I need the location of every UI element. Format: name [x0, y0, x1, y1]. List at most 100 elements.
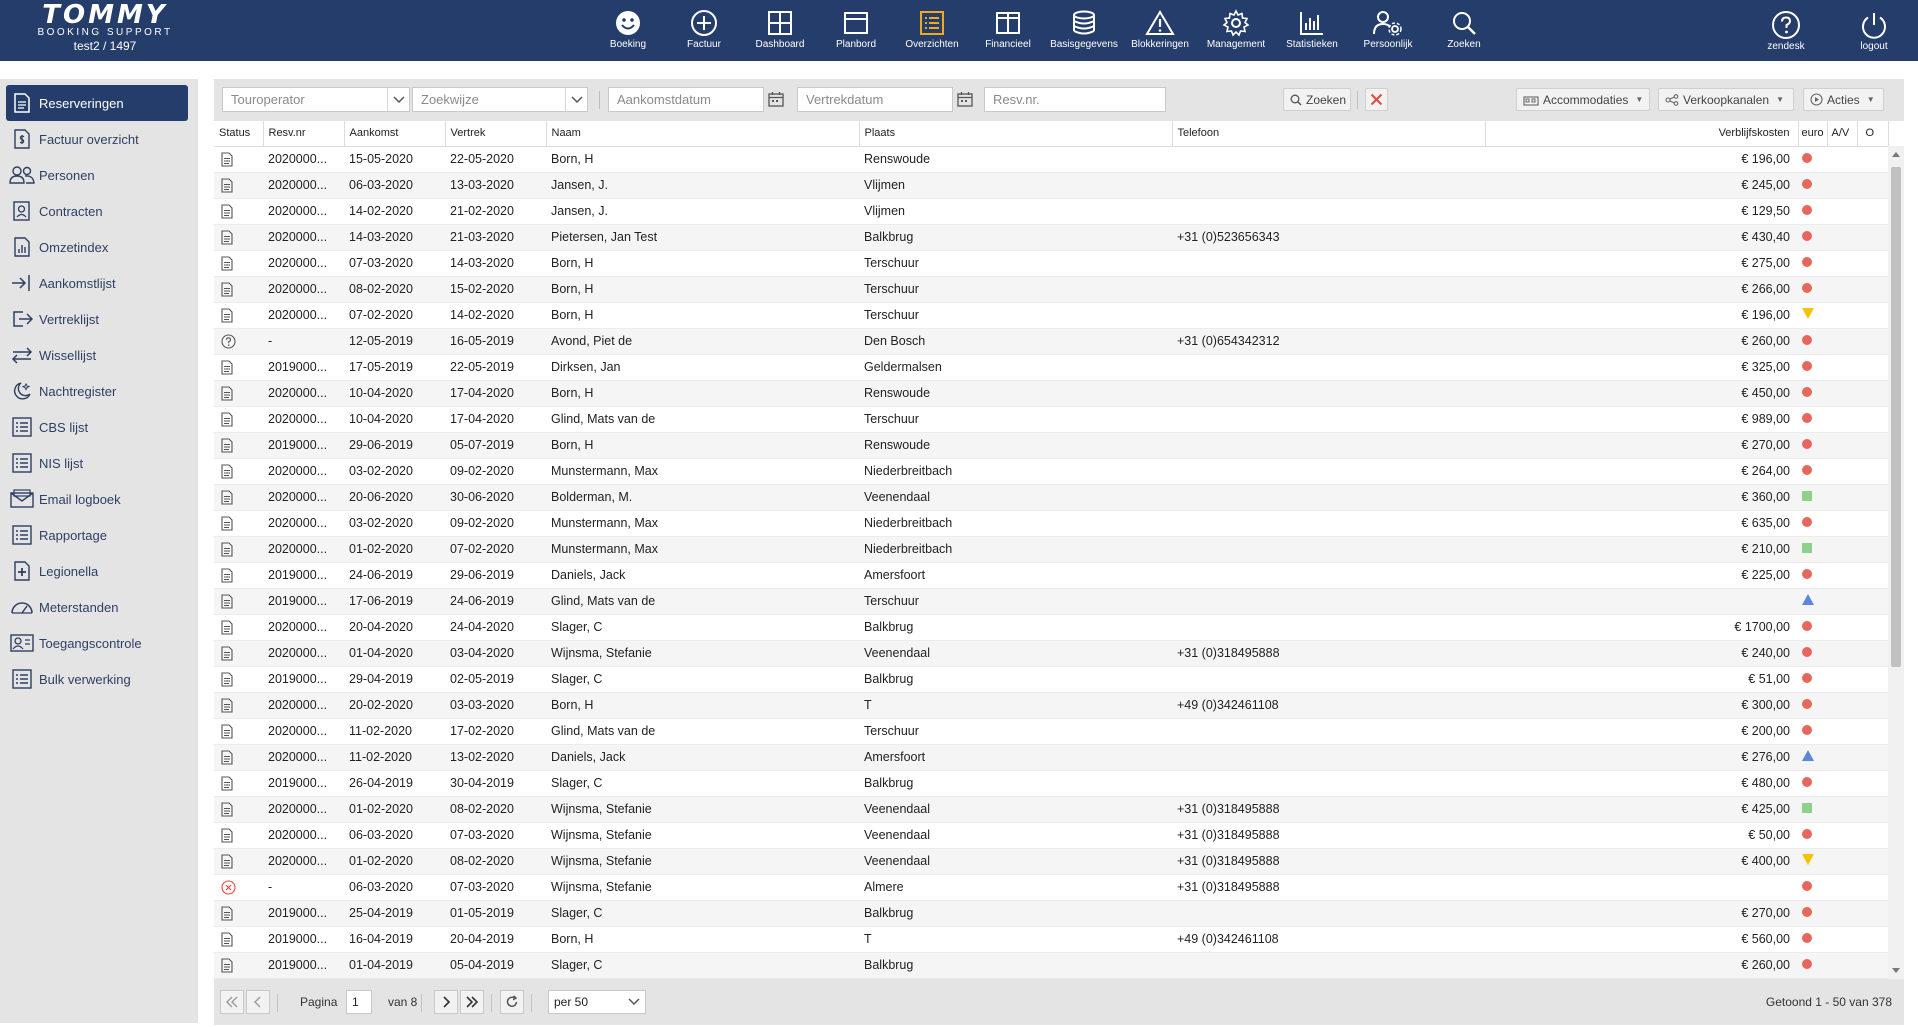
status-cell[interactable]: [214, 666, 263, 693]
table-row[interactable]: 2019000... 29-06-2019 05-07-2019 Born, H Ren…: [214, 432, 1888, 459]
document-icon[interactable]: [221, 307, 233, 323]
status-cell[interactable]: [214, 380, 263, 407]
status-cell[interactable]: [214, 406, 263, 433]
scrollbar-thumb[interactable]: [1891, 167, 1901, 667]
status-cell[interactable]: [214, 172, 263, 199]
vertrekdatum-input[interactable]: Vertrekdatum: [797, 87, 953, 112]
status-cell[interactable]: [214, 848, 263, 875]
document-icon[interactable]: [221, 697, 233, 713]
document-icon[interactable]: [221, 671, 233, 687]
table-row[interactable]: 2020000... 10-04-2020 17-04-2020 Glind, Mat…: [214, 406, 1888, 433]
status-cell[interactable]: [214, 744, 263, 771]
sidebar-item-wissellijst[interactable]: Wissellijst: [6, 337, 188, 373]
status-cell[interactable]: [214, 952, 263, 979]
table-row[interactable]: 2020000... 20-04-2020 24-04-2020 Slager, CB…: [214, 614, 1888, 641]
nav-planbord[interactable]: Planbord: [818, 7, 894, 51]
sidebar-item-bulk-verwerking[interactable]: Bulk verwerking: [6, 661, 188, 697]
document-icon[interactable]: [221, 515, 233, 531]
table-row[interactable]: -06-03-2020 07-03-2020 Wijnsma, Stefanie Al…: [214, 874, 1888, 901]
calendar-icon[interactable]: [955, 89, 975, 109]
table-row[interactable]: 2020000... 01-04-2020 03-04-2020 Wijnsma, S…: [214, 640, 1888, 667]
scroll-down-icon[interactable]: [1892, 968, 1900, 973]
scroll-up-icon[interactable]: [1892, 152, 1900, 157]
calendar-icon[interactable]: [766, 89, 786, 109]
col-euro[interactable]: euro: [1798, 121, 1828, 147]
document-icon[interactable]: [221, 255, 233, 271]
table-row[interactable]: 2019000... 16-04-2019 20-04-2019 Born, H T +4…: [214, 926, 1888, 953]
table-row[interactable]: 2020000... 07-02-2020 14-02-2020 Born, H Ter…: [214, 302, 1888, 329]
nav-logout[interactable]: logout: [1836, 9, 1912, 53]
sidebar-item-nis-lijst[interactable]: NIS lijst: [6, 445, 188, 481]
document-icon[interactable]: [221, 723, 233, 739]
sidebar-item-contracten[interactable]: Contracten: [6, 193, 188, 229]
table-row[interactable]: 2020000... 10-04-2020 17-04-2020 Born, H Ren…: [214, 380, 1888, 407]
col-resvnr[interactable]: Resv.nr: [263, 121, 345, 147]
status-cell[interactable]: [214, 146, 263, 173]
aankomstdatum-input[interactable]: Aankomstdatum: [608, 87, 764, 112]
table-row[interactable]: 2020000... 20-02-2020 03-03-2020 Born, H T +4…: [214, 692, 1888, 719]
nav-blokkeringen[interactable]: Blokkeringen: [1122, 7, 1198, 51]
col-aankomst[interactable]: Aankomst: [344, 121, 446, 147]
sidebar-item-aankomstlijst[interactable]: Aankomstlijst: [6, 265, 188, 301]
table-row[interactable]: 2020000... 20-06-2020 30-06-2020 Bolderman,…: [214, 484, 1888, 511]
nav-zoeken[interactable]: Zoeken: [1426, 7, 1502, 51]
sidebar-item-rapportage[interactable]: Rapportage: [6, 517, 188, 553]
status-cell[interactable]: [214, 198, 263, 225]
nav-dashboard[interactable]: Dashboard: [742, 7, 818, 51]
table-row[interactable]: 2020000... 03-02-2020 09-02-2020 Munsterman…: [214, 458, 1888, 485]
table-row[interactable]: 2020000... 14-03-2020 21-03-2020 Pietersen,…: [214, 224, 1888, 251]
cancelled-icon[interactable]: [221, 879, 236, 895]
sidebar-item-legionella[interactable]: Legionella: [6, 553, 188, 589]
refresh-button[interactable]: [500, 990, 524, 1014]
next-page-button[interactable]: [434, 990, 458, 1014]
table-row[interactable]: 2019000... 24-06-2019 29-06-2019 Daniels, J…: [214, 562, 1888, 589]
status-cell[interactable]: [214, 276, 263, 303]
document-icon[interactable]: [221, 775, 233, 791]
nav-factuur[interactable]: Factuur: [666, 7, 742, 51]
page-number-input[interactable]: 1: [346, 990, 372, 1014]
document-icon[interactable]: [221, 151, 233, 167]
resvnr-input[interactable]: Resv.nr.: [984, 87, 1166, 112]
nav-statistieken[interactable]: Statistieken: [1274, 7, 1350, 51]
sidebar-item-cbs-lijst[interactable]: CBS lijst: [6, 409, 188, 445]
zoeken-button[interactable]: Zoeken: [1283, 88, 1351, 111]
question-icon[interactable]: [221, 333, 236, 349]
table-row[interactable]: 2019000... 17-06-2019 24-06-2019 Glind, Mat…: [214, 588, 1888, 615]
table-row[interactable]: 2020000... 07-03-2020 14-03-2020 Born, H Ter…: [214, 250, 1888, 277]
status-cell[interactable]: [214, 718, 263, 745]
document-icon[interactable]: [221, 931, 233, 947]
touroperator-select[interactable]: Touroperator: [222, 87, 410, 112]
table-row[interactable]: 2020000... 01-02-2020 08-02-2020 Wijnsma, S…: [214, 848, 1888, 875]
document-icon[interactable]: [221, 645, 233, 661]
status-cell[interactable]: [214, 926, 263, 953]
status-cell[interactable]: [214, 484, 263, 511]
table-row[interactable]: 2019000... 17-05-2019 22-05-2019 Dirksen, J…: [214, 354, 1888, 381]
col-status[interactable]: Status: [214, 121, 264, 147]
col-o[interactable]: O: [1857, 121, 1889, 147]
status-cell[interactable]: [214, 536, 263, 563]
nav-management[interactable]: Management: [1198, 7, 1274, 51]
status-cell[interactable]: [214, 354, 263, 381]
document-icon[interactable]: [221, 749, 233, 765]
status-cell[interactable]: [214, 770, 263, 797]
col-av[interactable]: A/V: [1827, 121, 1858, 147]
col-vertrek[interactable]: Vertrek: [445, 121, 547, 147]
status-cell[interactable]: [214, 562, 263, 589]
last-page-button[interactable]: [460, 990, 484, 1014]
table-row[interactable]: 2019000... 25-04-2019 01-05-2019 Slager, CB…: [214, 900, 1888, 927]
nav-overzichten[interactable]: Overzichten: [894, 7, 970, 51]
sidebar-item-meterstanden[interactable]: Meterstanden: [6, 589, 188, 625]
accommodaties-dropdown[interactable]: Accommodaties ▼: [1516, 88, 1650, 111]
sidebar-item-email-logboek[interactable]: Email logboek: [6, 481, 188, 517]
nav-basisgegevens[interactable]: Basisgegevens: [1046, 7, 1122, 51]
document-icon[interactable]: [221, 801, 233, 817]
first-page-button[interactable]: [220, 990, 244, 1014]
sidebar-item-reserveringen[interactable]: Reserveringen: [6, 85, 188, 121]
document-icon[interactable]: [221, 411, 233, 427]
col-telefoon[interactable]: Telefoon: [1172, 121, 1486, 147]
document-icon[interactable]: [221, 177, 233, 193]
per-page-select[interactable]: per 50: [548, 990, 646, 1014]
table-row[interactable]: 2020000... 14-02-2020 21-02-2020 Jansen, J.…: [214, 198, 1888, 225]
document-icon[interactable]: [221, 619, 233, 635]
table-row[interactable]: 2020000... 01-02-2020 08-02-2020 Wijnsma, S…: [214, 796, 1888, 823]
